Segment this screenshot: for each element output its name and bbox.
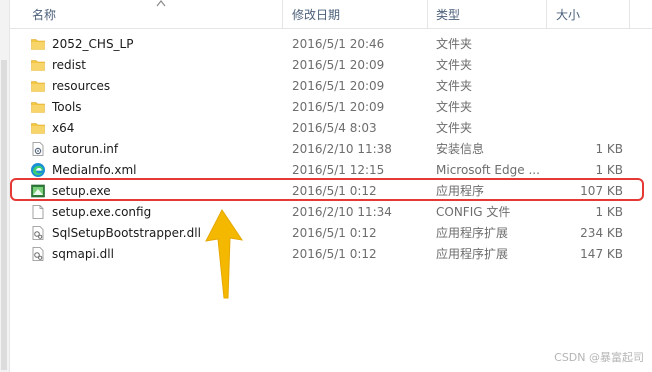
dll-icon — [32, 247, 44, 261]
column-divider[interactable] — [427, 0, 428, 28]
file-size: 147 KB — [580, 247, 623, 261]
sort-ascending-icon — [156, 0, 166, 7]
file-name: 2052_CHS_LP — [52, 37, 134, 51]
file-size: 1 KB — [595, 205, 623, 219]
file-row[interactable]: SqlSetupBootstrapper.dll 2016/5/1 0:12 应… — [10, 223, 652, 244]
file-name: redist — [52, 58, 86, 72]
file-type: 文件夹 — [436, 121, 473, 135]
file-name: autorun.inf — [52, 142, 119, 156]
column-header-name[interactable]: 名称 — [32, 6, 56, 24]
column-divider[interactable] — [546, 0, 547, 28]
blank-file-icon — [32, 205, 44, 219]
file-size: 1 KB — [595, 142, 623, 156]
file-date: 2016/2/10 11:34 — [292, 205, 392, 219]
dll-icon — [32, 226, 44, 240]
file-date: 2016/2/10 11:38 — [292, 142, 392, 156]
folder-icon — [31, 123, 45, 134]
file-name: resources — [52, 79, 111, 93]
file-row[interactable]: setup.exe.config 2016/2/10 11:34 CONFIG … — [10, 202, 652, 223]
edge-icon — [31, 163, 45, 177]
file-row[interactable]: redist 2016/5/1 20:09 文件夹 — [10, 55, 652, 76]
column-divider[interactable] — [629, 0, 630, 28]
file-type: 安装信息 — [436, 142, 485, 156]
file-date: 2016/5/4 8:03 — [292, 121, 377, 135]
folder-icon — [31, 60, 45, 71]
file-row[interactable]: x64 2016/5/4 8:03 文件夹 — [10, 118, 652, 139]
file-row[interactable]: sqmapi.dll 2016/5/1 0:12 应用程序扩展 147 KB — [10, 244, 652, 265]
file-name: SqlSetupBootstrapper.dll — [52, 226, 201, 240]
file-type: 应用程序扩展 — [436, 226, 509, 240]
file-row[interactable]: 2052_CHS_LP 2016/5/1 20:46 文件夹 — [10, 34, 652, 55]
file-row[interactable]: autorun.inf 2016/2/10 11:38 安装信息 1 KB — [10, 139, 652, 160]
file-type: 应用程序扩展 — [436, 247, 509, 261]
column-header-bar: 名称 修改日期 类型 大小 — [10, 0, 652, 29]
column-header-size[interactable]: 大小 — [556, 6, 580, 24]
file-row[interactable]: Tools 2016/5/1 20:09 文件夹 — [10, 97, 652, 118]
file-date: 2016/5/1 0:12 — [292, 247, 377, 261]
watermark: CSDN @暴富起司 — [554, 351, 644, 364]
file-date: 2016/5/1 0:12 — [292, 226, 377, 240]
file-type: 文件夹 — [436, 58, 473, 72]
file-size: 234 KB — [580, 226, 623, 240]
column-header-date[interactable]: 修改日期 — [292, 6, 340, 24]
file-type: 文件夹 — [436, 37, 473, 51]
file-date: 2016/5/1 20:09 — [292, 58, 385, 72]
file-name: sqmapi.dll — [52, 247, 114, 261]
file-name: Tools — [52, 100, 82, 114]
column-header-type[interactable]: 类型 — [436, 6, 460, 24]
column-divider[interactable] — [282, 0, 283, 28]
folder-icon — [31, 39, 45, 50]
file-date: 2016/5/1 20:09 — [292, 100, 385, 114]
folder-icon — [31, 102, 45, 113]
up-arrow-icon — [205, 209, 244, 299]
file-type: 文件夹 — [436, 79, 473, 93]
file-name: setup.exe.config — [52, 205, 152, 219]
file-type: 文件夹 — [436, 100, 473, 114]
file-date: 2016/5/1 20:46 — [292, 37, 385, 51]
navigation-pane-edge — [0, 0, 10, 372]
file-type: CONFIG 文件 — [436, 205, 511, 219]
navigation-scrollbar-thumb[interactable] — [1, 60, 7, 370]
folder-icon — [31, 81, 45, 92]
file-name: x64 — [52, 121, 75, 135]
file-date: 2016/5/1 20:09 — [292, 79, 385, 93]
highlight-box — [10, 178, 644, 201]
settings-file-icon — [32, 142, 44, 156]
file-row[interactable]: resources 2016/5/1 20:09 文件夹 — [10, 76, 652, 97]
